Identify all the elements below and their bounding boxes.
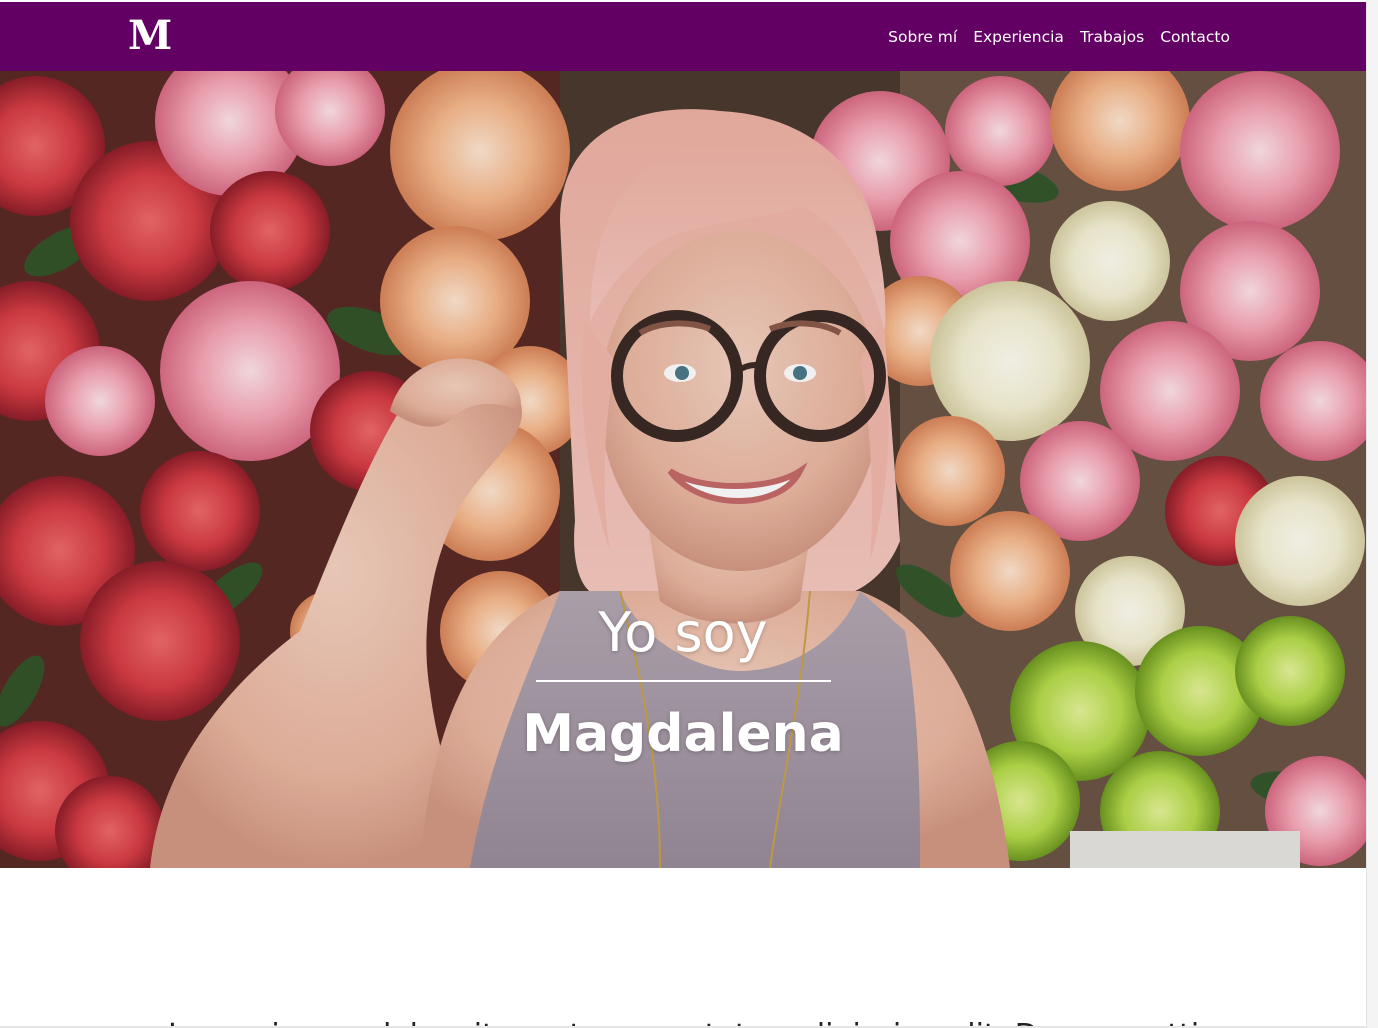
main-nav: Sobre mí Experiencia Trabajos Contacto bbox=[888, 26, 1230, 48]
nav-link-sobre-mi[interactable]: Sobre mí bbox=[888, 26, 957, 48]
nav-link-experiencia[interactable]: Experiencia bbox=[973, 26, 1064, 48]
hero-pre-title: Yo soy bbox=[598, 601, 768, 664]
hero-divider bbox=[536, 680, 831, 682]
hero-name: Magdalena bbox=[522, 704, 844, 764]
nav-link-contacto[interactable]: Contacto bbox=[1160, 26, 1230, 48]
page: M Sobre mí Experiencia Trabajos Contacto bbox=[0, 0, 1378, 1028]
hero-section: Yo soy Magdalena bbox=[0, 71, 1366, 868]
logo-link[interactable]: M bbox=[128, 14, 172, 58]
navbar: M Sobre mí Experiencia Trabajos Contacto bbox=[0, 2, 1366, 71]
nav-link-trabajos[interactable]: Trabajos bbox=[1080, 26, 1144, 48]
scrollbar[interactable] bbox=[1366, 0, 1378, 1028]
